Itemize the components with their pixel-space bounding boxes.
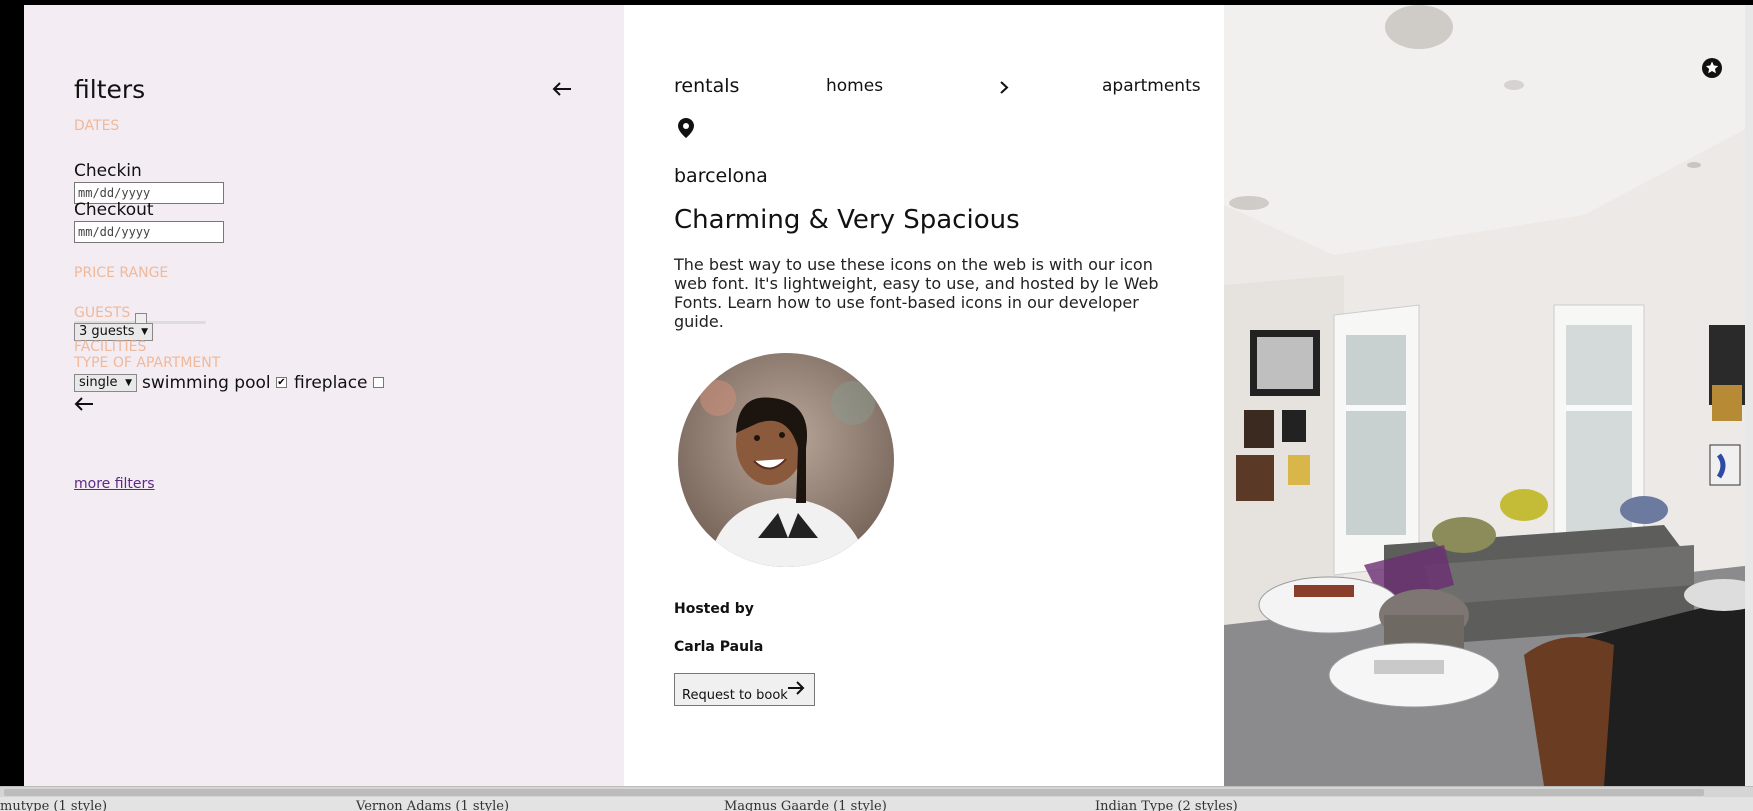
fireplace-label: fireplace	[294, 373, 368, 393]
vertical-scrollbar[interactable]	[1745, 5, 1753, 786]
background-page-strip: mutype (1 style) Vernon Adams (1 style) …	[0, 797, 1753, 811]
nav-apartments[interactable]: apartments	[1102, 76, 1201, 96]
background-item: Magnus Gaarde (1 style)	[724, 799, 887, 811]
nav-homes[interactable]: homes	[826, 76, 883, 96]
swimming-pool-checkbox[interactable]: ✔	[276, 377, 287, 388]
checkin-label: Checkin	[74, 161, 142, 181]
apartment-type-select-value: single	[79, 375, 118, 390]
host-avatar	[678, 353, 894, 567]
request-to-book-button[interactable]: Request to book	[674, 673, 815, 706]
dates-section-label: DATES	[74, 118, 120, 134]
close-filters-arrow-icon[interactable]	[552, 81, 572, 100]
chevron-down-icon: ▼	[125, 378, 132, 388]
facilities-section-label: FACILITIES	[74, 339, 147, 355]
chevron-down-icon: ▼	[141, 327, 148, 337]
listing-title: Charming & Very Spacious	[674, 205, 1020, 235]
back-arrow-icon[interactable]	[74, 396, 94, 415]
filters-sidebar: filters DATES Checkin mm/dd/yyyy Checkou…	[24, 5, 624, 786]
checkin-date-value: mm/dd/yyyy	[78, 186, 151, 200]
checkout-date-input[interactable]: mm/dd/yyyy	[74, 221, 224, 243]
background-item: Vernon Adams (1 style)	[356, 799, 510, 811]
listing-description: The best way to use these icons on the w…	[674, 255, 1159, 331]
fireplace-checkbox[interactable]	[373, 377, 384, 388]
chevron-right-icon[interactable]	[1000, 79, 1009, 98]
type-of-apartment-section-label: TYPE OF APARTMENT	[74, 355, 221, 371]
location-city: barcelona	[674, 165, 768, 187]
more-filters-link[interactable]: more filters	[74, 476, 155, 492]
listing-detail: rentals homes apartments barcelona Charm…	[624, 5, 1224, 786]
horizontal-scrollbar-thumb[interactable]	[4, 789, 1704, 796]
hosted-by-label: Hosted by	[674, 601, 754, 617]
listing-photo	[1224, 5, 1753, 786]
nav-rentals[interactable]: rentals	[674, 75, 739, 97]
guests-select-value: 3 guests	[79, 324, 135, 339]
request-to-book-label: Request to book	[682, 688, 788, 703]
guests-section-label: GUESTS	[74, 305, 131, 321]
apartment-type-select[interactable]: single ▼	[74, 374, 137, 392]
background-item: Indian Type (2 styles)	[1095, 799, 1238, 811]
favorite-star-icon[interactable]	[1701, 57, 1723, 83]
background-item: mutype (1 style)	[0, 799, 108, 811]
swimming-pool-label: swimming pool	[142, 373, 271, 393]
arrow-right-icon	[787, 680, 805, 700]
location-pin-icon	[678, 118, 694, 142]
checkout-date-value: mm/dd/yyyy	[78, 225, 151, 239]
host-name: Carla Paula	[674, 639, 764, 655]
checkout-label: Checkout	[74, 200, 154, 220]
filters-title: filters	[74, 75, 146, 104]
app-window: filters DATES Checkin mm/dd/yyyy Checkou…	[24, 5, 1753, 786]
price-range-section-label: PRICE RANGE	[74, 265, 169, 281]
